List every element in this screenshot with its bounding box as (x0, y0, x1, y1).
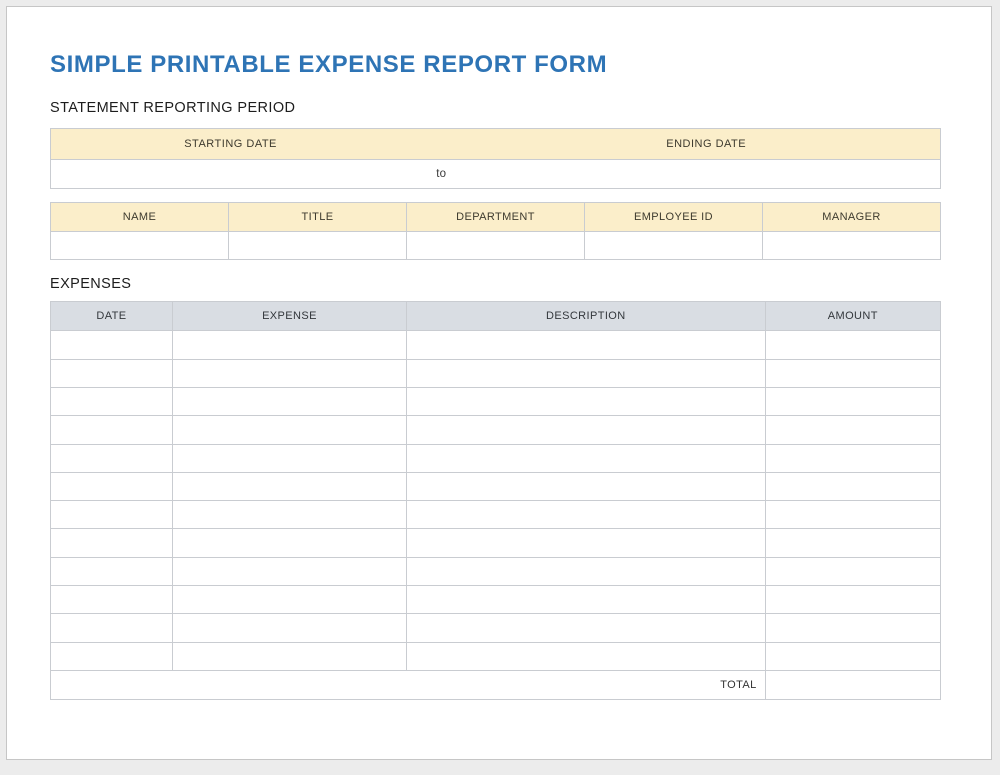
expense-cell[interactable] (172, 331, 406, 359)
expenses-heading: EXPENSES (50, 276, 941, 293)
expense-cell[interactable] (406, 557, 765, 585)
expense-cell[interactable] (172, 586, 406, 614)
expense-cell[interactable] (765, 642, 940, 670)
expense-cell[interactable] (51, 586, 173, 614)
expense-cell[interactable] (406, 416, 765, 444)
expense-cell[interactable] (51, 359, 173, 387)
reporting-period-value-row: to (51, 159, 941, 188)
document-content: SIMPLE PRINTABLE EXPENSE REPORT FORM STA… (50, 7, 941, 700)
expense-cell[interactable] (765, 586, 940, 614)
expense-cell[interactable] (172, 614, 406, 642)
reporting-period-header-cell: STARTING DATE ENDING DATE (51, 128, 941, 159)
expense-cell[interactable] (406, 642, 765, 670)
expenses-header-row: DATE EXPENSE DESCRIPTION AMOUNT (51, 302, 941, 331)
manager-field[interactable] (763, 231, 941, 259)
employee-id-column-header: EMPLOYEE ID (585, 202, 763, 231)
expense-cell[interactable] (172, 557, 406, 585)
expense-cell[interactable] (406, 331, 765, 359)
expense-cell[interactable] (51, 614, 173, 642)
starting-date-label: STARTING DATE (51, 138, 410, 150)
expense-cell[interactable] (765, 614, 940, 642)
expense-column-header: EXPENSE (172, 302, 406, 331)
total-row: TOTAL (51, 670, 941, 699)
expense-cell[interactable] (172, 444, 406, 472)
expense-row (51, 614, 941, 642)
reporting-period-value-cell: to (51, 159, 941, 188)
name-field[interactable] (51, 231, 229, 259)
expense-row (51, 416, 941, 444)
expense-cell[interactable] (765, 416, 940, 444)
expense-row (51, 501, 941, 529)
expense-cell[interactable] (406, 501, 765, 529)
description-column-header: DESCRIPTION (406, 302, 765, 331)
expense-cell[interactable] (172, 642, 406, 670)
amount-column-header: AMOUNT (765, 302, 940, 331)
expense-row (51, 642, 941, 670)
expense-cell[interactable] (406, 614, 765, 642)
to-separator-label: to (410, 168, 472, 180)
expense-cell[interactable] (51, 387, 173, 415)
expense-row (51, 529, 941, 557)
expense-cell[interactable] (172, 529, 406, 557)
date-column-header: DATE (51, 302, 173, 331)
expense-row (51, 444, 941, 472)
expense-cell[interactable] (406, 444, 765, 472)
expense-row (51, 359, 941, 387)
page-title: SIMPLE PRINTABLE EXPENSE REPORT FORM (50, 51, 941, 79)
expense-cell[interactable] (765, 501, 940, 529)
expense-cell[interactable] (51, 416, 173, 444)
expense-row (51, 472, 941, 500)
name-column-header: NAME (51, 202, 229, 231)
expense-cell[interactable] (406, 472, 765, 500)
expense-cell[interactable] (172, 387, 406, 415)
expense-cell[interactable] (406, 529, 765, 557)
expense-cell[interactable] (172, 416, 406, 444)
expense-cell[interactable] (406, 586, 765, 614)
expense-cell[interactable] (765, 472, 940, 500)
expense-cell[interactable] (51, 529, 173, 557)
expense-cell[interactable] (765, 359, 940, 387)
total-amount-field[interactable] (765, 670, 940, 699)
employee-info-table: NAME TITLE DEPARTMENT EMPLOYEE ID MANAGE… (50, 202, 941, 260)
expense-cell[interactable] (765, 557, 940, 585)
expense-cell[interactable] (765, 444, 940, 472)
expense-cell[interactable] (765, 529, 940, 557)
expense-cell[interactable] (51, 642, 173, 670)
expense-cell[interactable] (51, 472, 173, 500)
expenses-table: DATE EXPENSE DESCRIPTION AMOUNT TOTAL (50, 301, 941, 700)
department-column-header: DEPARTMENT (407, 202, 585, 231)
expense-cell[interactable] (51, 501, 173, 529)
ending-date-label: ENDING DATE (472, 138, 940, 150)
expense-cell[interactable] (51, 444, 173, 472)
expense-cell[interactable] (51, 557, 173, 585)
department-field[interactable] (407, 231, 585, 259)
reporting-period-heading: STATEMENT REPORTING PERIOD (50, 100, 941, 117)
expense-row (51, 331, 941, 359)
expense-cell[interactable] (172, 501, 406, 529)
expense-row (51, 387, 941, 415)
total-label: TOTAL (51, 670, 766, 699)
document-page: SIMPLE PRINTABLE EXPENSE REPORT FORM STA… (6, 6, 992, 760)
expense-cell[interactable] (51, 331, 173, 359)
expense-cell[interactable] (765, 331, 940, 359)
expense-cell[interactable] (172, 472, 406, 500)
expense-cell[interactable] (406, 359, 765, 387)
expense-row (51, 586, 941, 614)
employee-id-field[interactable] (585, 231, 763, 259)
expense-cell[interactable] (406, 387, 765, 415)
expense-cell[interactable] (172, 359, 406, 387)
title-field[interactable] (229, 231, 407, 259)
title-column-header: TITLE (229, 202, 407, 231)
employee-value-row (51, 231, 941, 259)
employee-header-row: NAME TITLE DEPARTMENT EMPLOYEE ID MANAGE… (51, 202, 941, 231)
manager-column-header: MANAGER (763, 202, 941, 231)
expense-cell[interactable] (765, 387, 940, 415)
reporting-period-table: STARTING DATE ENDING DATE to (50, 128, 941, 189)
reporting-period-header-row: STARTING DATE ENDING DATE (51, 128, 941, 159)
expense-row (51, 557, 941, 585)
